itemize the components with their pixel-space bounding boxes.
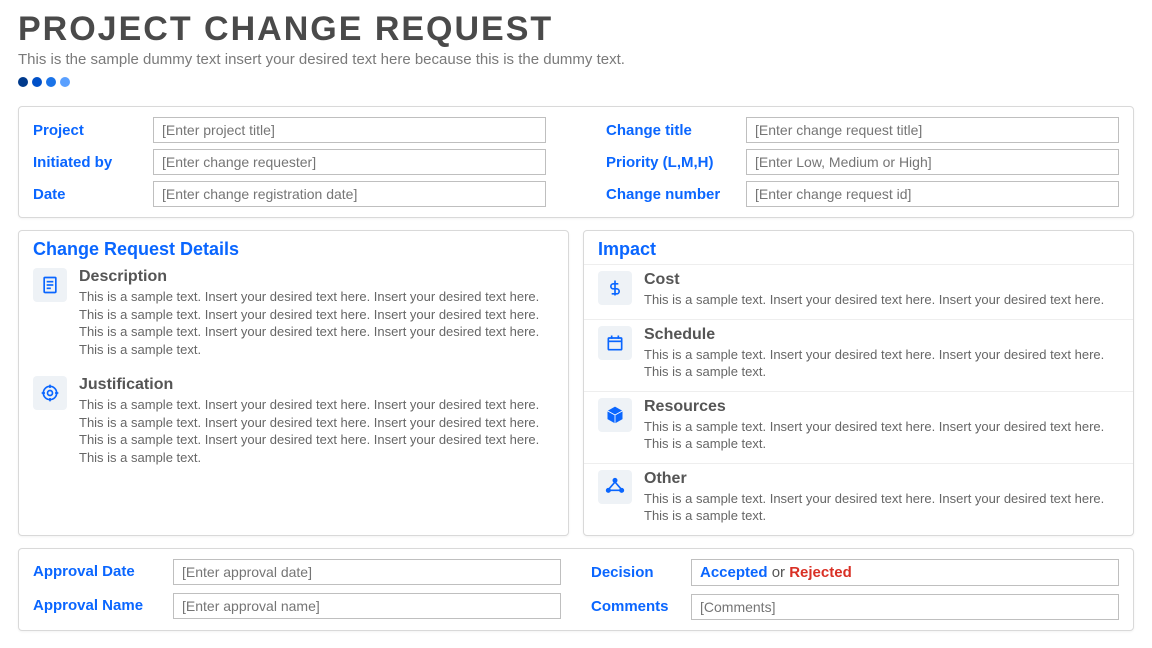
project-input[interactable]: [153, 117, 546, 143]
justification-heading: Justification: [79, 376, 554, 394]
project-label: Project: [33, 122, 153, 139]
initiated-by-label: Initiated by: [33, 154, 153, 171]
impact-card: Impact Cost This is a sample text. Inser…: [583, 230, 1134, 536]
change-request-details-card: Change Request Details Description This …: [18, 230, 569, 536]
description-text: This is a sample text. Insert your desir…: [79, 288, 554, 358]
initiated-by-input[interactable]: [153, 149, 546, 175]
target-icon: [33, 376, 67, 410]
date-input[interactable]: [153, 181, 546, 207]
approval-name-label: Approval Name: [33, 597, 173, 614]
page-subtitle: This is the sample dummy text insert you…: [18, 51, 1134, 68]
impact-schedule-text: This is a sample text. Insert your desir…: [644, 346, 1119, 381]
change-request-details-title: Change Request Details: [19, 231, 568, 264]
change-number-input[interactable]: [746, 181, 1119, 207]
document-icon: [33, 268, 67, 302]
calendar-icon: [598, 326, 632, 360]
decision-rejected: Rejected: [789, 564, 852, 581]
impact-resources-text: This is a sample text. Insert your desir…: [644, 418, 1119, 453]
page-title: PROJECT CHANGE REQUEST: [18, 10, 1134, 49]
comments-input[interactable]: [691, 594, 1119, 620]
priority-label: Priority (L,M,H): [606, 154, 746, 171]
dollar-icon: [598, 271, 632, 305]
date-label: Date: [33, 186, 153, 203]
approval-date-input[interactable]: [173, 559, 561, 585]
comments-label: Comments: [591, 598, 691, 615]
impact-other-text: This is a sample text. Insert your desir…: [644, 490, 1119, 525]
impact-other-heading: Other: [644, 470, 1119, 488]
decision-label: Decision: [591, 564, 691, 581]
approval-date-label: Approval Date: [33, 563, 173, 580]
decision-value: Accepted or Rejected: [691, 559, 1119, 586]
change-title-input[interactable]: [746, 117, 1119, 143]
justification-text: This is a sample text. Insert your desir…: [79, 396, 554, 466]
impact-cost-heading: Cost: [644, 271, 1119, 289]
change-number-label: Change number: [606, 186, 746, 203]
impact-cost-text: This is a sample text. Insert your desir…: [644, 291, 1119, 309]
impact-resources-heading: Resources: [644, 398, 1119, 416]
priority-input[interactable]: [746, 149, 1119, 175]
box-icon: [598, 398, 632, 432]
impact-title: Impact: [584, 231, 1133, 264]
nodes-icon: [598, 470, 632, 504]
decorative-dots: [18, 74, 1134, 92]
approval-name-input[interactable]: [173, 593, 561, 619]
description-heading: Description: [79, 268, 554, 286]
change-title-label: Change title: [606, 122, 746, 139]
decision-or: or: [768, 564, 790, 581]
decision-accepted: Accepted: [700, 564, 768, 581]
impact-schedule-heading: Schedule: [644, 326, 1119, 344]
